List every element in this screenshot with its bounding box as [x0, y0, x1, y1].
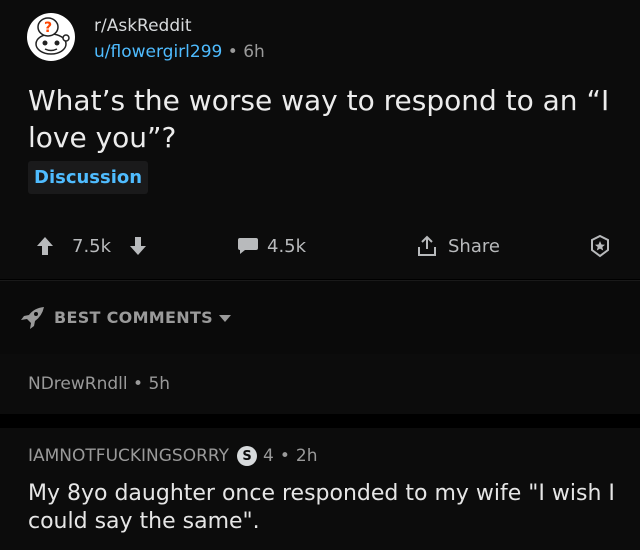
svg-text:?: ? [44, 20, 52, 36]
rocket-icon [21, 307, 44, 329]
subreddit-name[interactable]: r/AskReddit [94, 16, 192, 36]
vote-count: 7.5k [72, 235, 112, 257]
comment-author[interactable]: IAMNOTFUCKINGSORRY [28, 446, 229, 466]
comment-body: My 8yo daughter once responded to my wif… [28, 481, 615, 534]
downvote-arrow-icon [130, 237, 146, 255]
comment-sort-bar[interactable]: BEST COMMENTS [0, 280, 640, 355]
post-card: ? r/AskReddit u/flowergirl299 • 6h What’… [0, 0, 640, 279]
subreddit-avatar-icon[interactable]: ? [26, 12, 76, 62]
post-meta: u/flowergirl299 • 6h [94, 42, 265, 62]
comment-author[interactable]: NDrewRndll [28, 374, 128, 394]
award-star-icon [591, 234, 609, 258]
comment-score: 4 [263, 446, 274, 466]
comment-meta: IAMNOTFUCKINGSORRY S 4 • 2h [28, 446, 317, 466]
comments-button[interactable]: 4.5k [237, 224, 306, 268]
post-title[interactable]: What’s the worse way to respond to an “I… [28, 82, 618, 156]
comment[interactable]: IAMNOTFUCKINGSORRY S 4 • 2h My 8yo daugh… [0, 428, 640, 550]
meta-separator: • [133, 374, 144, 394]
meta-separator: • [227, 42, 238, 62]
comment-bubble-icon [238, 238, 258, 254]
post-action-bar: 7.5k 4.5k Share [0, 224, 640, 268]
coin-award-icon: S [237, 446, 258, 466]
upvote-arrow-icon [37, 237, 53, 255]
post-age: 6h [243, 42, 265, 62]
upvote-button[interactable] [36, 224, 54, 268]
downvote-button[interactable] [129, 224, 147, 268]
comment-age: 5h [148, 374, 171, 394]
award-button[interactable] [588, 224, 612, 268]
chevron-down-icon [219, 315, 231, 322]
sort-label: BEST COMMENTS [54, 308, 213, 327]
share-label: Share [448, 235, 500, 257]
post-flair[interactable]: Discussion [28, 161, 149, 194]
comment-divider [0, 414, 640, 428]
share-icon [418, 235, 436, 256]
post-author[interactable]: u/flowergirl299 [94, 42, 222, 62]
comment-age: 2h [295, 446, 318, 466]
comment-meta: NDrewRndll • 5h [28, 374, 170, 394]
share-button[interactable]: Share [416, 224, 500, 268]
meta-separator: • [279, 446, 290, 466]
comment-collapsed[interactable]: NDrewRndll • 5h [0, 354, 640, 414]
comment-count: 4.5k [267, 235, 307, 257]
